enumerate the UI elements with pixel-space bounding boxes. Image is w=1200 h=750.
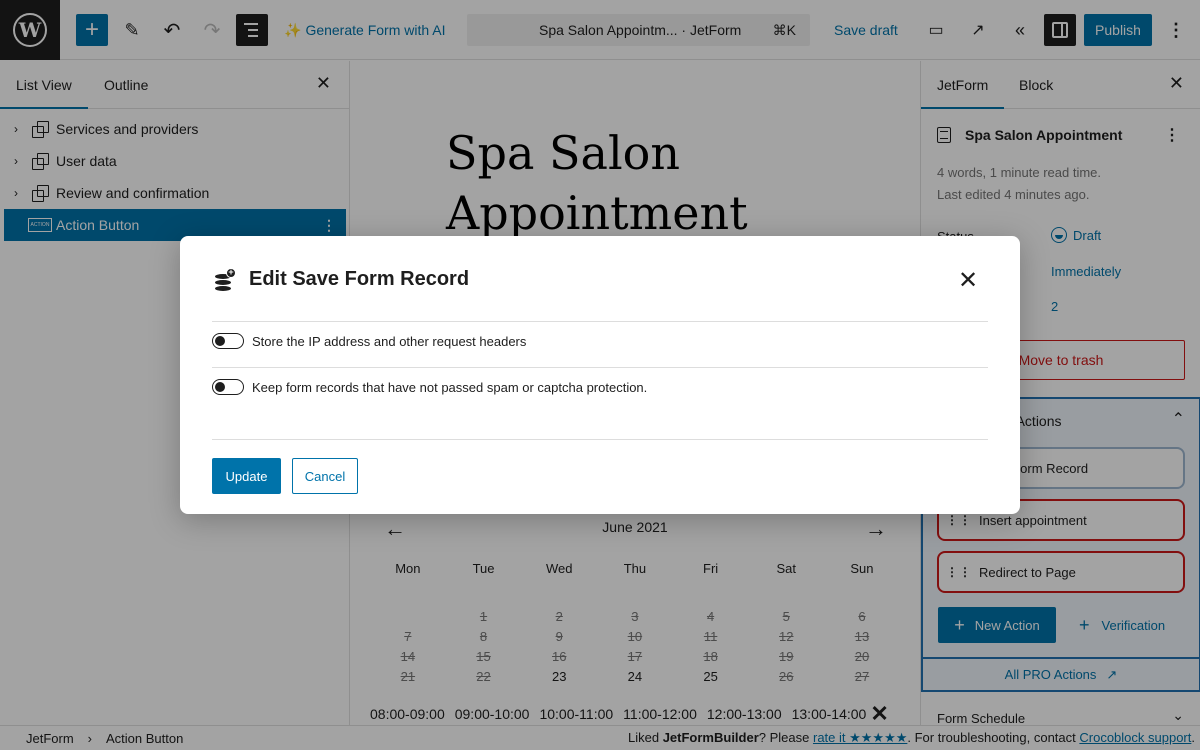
option-label: Store the IP address and other request h… <box>252 333 527 349</box>
update-button[interactable]: Update <box>212 458 281 494</box>
cancel-button[interactable]: Cancel <box>292 458 358 494</box>
divider <box>212 367 988 368</box>
close-icon[interactable]: ✕ <box>958 266 978 295</box>
divider <box>212 439 988 440</box>
database-add-icon: + <box>214 268 236 291</box>
edit-save-form-record-modal: + Edit Save Form Record ✕ Store the IP a… <box>180 236 1020 514</box>
option-store-ip: Store the IP address and other request h… <box>212 333 526 349</box>
divider <box>212 321 988 322</box>
option-keep-spam: Keep form records that have not passed s… <box>212 379 647 395</box>
database-disk <box>215 280 231 285</box>
database-disk <box>215 286 231 291</box>
modal-title: Edit Save Form Record <box>249 268 470 290</box>
option-label: Keep form records that have not passed s… <box>252 379 648 395</box>
store-ip-toggle[interactable] <box>212 333 244 349</box>
plus-badge-icon: + <box>226 268 236 278</box>
keep-spam-records-toggle[interactable] <box>212 379 244 395</box>
